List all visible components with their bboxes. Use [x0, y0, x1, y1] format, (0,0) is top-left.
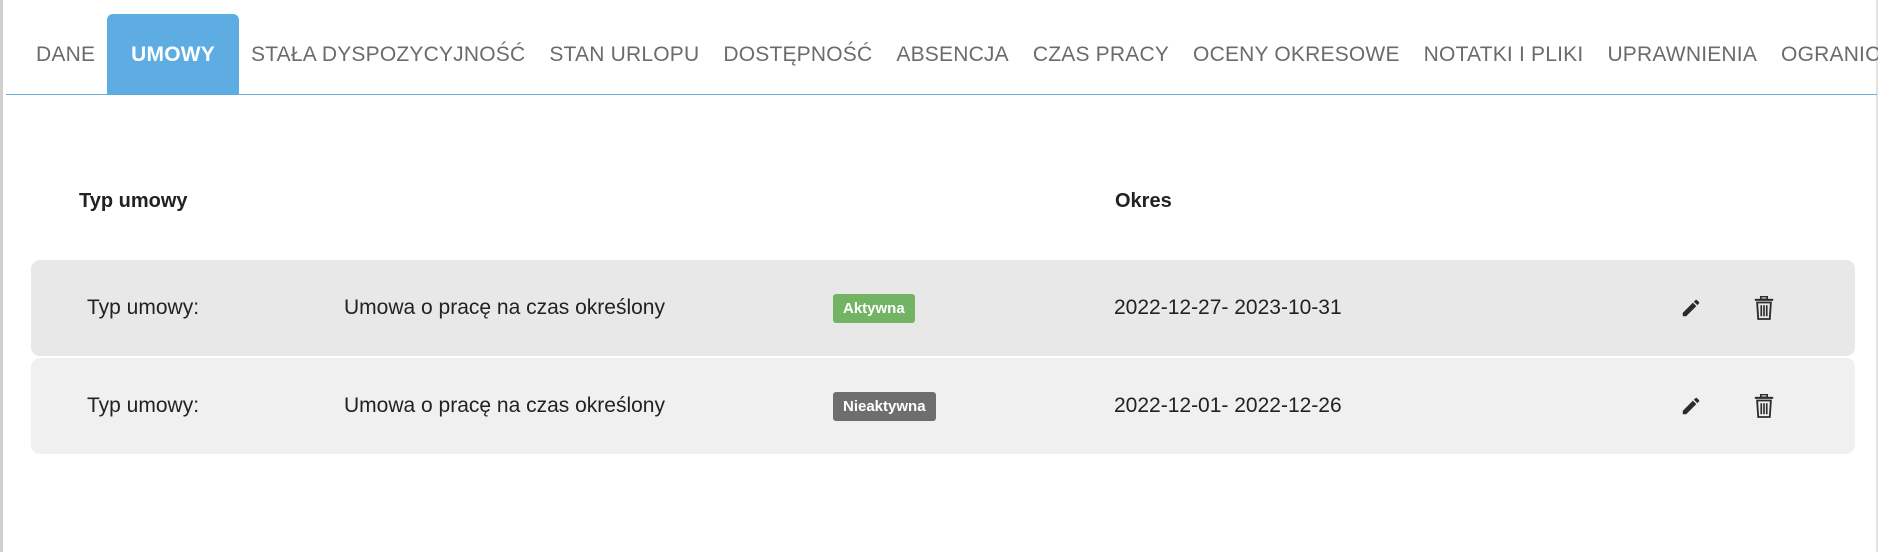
tab-dane[interactable]: DANE — [24, 15, 107, 94]
trash-icon — [1754, 296, 1774, 320]
tab-ograniczenia[interactable]: OGRANICZENIA — [1769, 15, 1878, 94]
tab-czas-pracy[interactable]: CZAS PRACY — [1021, 15, 1181, 94]
delete-button[interactable] — [1744, 260, 1784, 356]
pencil-icon — [1682, 299, 1700, 317]
delete-button[interactable] — [1744, 358, 1784, 454]
tab-notatki-i-pliki[interactable]: NOTATKI I PLIKI — [1412, 15, 1596, 94]
contract-type-value: Umowa o pracę na czas określony — [344, 296, 665, 319]
table-row: Typ umowy: Umowa o pracę na czas określo… — [31, 358, 1855, 454]
tab-uprawnienia[interactable]: UPRAWNIENIA — [1595, 15, 1769, 94]
pencil-icon — [1682, 397, 1700, 415]
status-badge: Aktywna — [833, 293, 915, 323]
tab-umowy[interactable]: UMOWY — [107, 14, 239, 95]
tab-stala-dyspozycyjnosc[interactable]: STAŁA DYSPOZYCYJNOŚĆ — [239, 15, 537, 94]
contract-period: 2022-12-27- 2023-10-31 — [1114, 296, 1342, 319]
contract-type-value: Umowa o pracę na czas określony — [344, 394, 665, 417]
status-badge-cell: Nieaktywna — [833, 358, 936, 454]
status-badge-cell: Aktywna — [833, 260, 915, 356]
edit-button[interactable] — [1671, 260, 1711, 356]
contract-type-label: Typ umowy: — [87, 394, 200, 417]
tab-stan-urlopu[interactable]: STAN URLOPU — [537, 15, 711, 94]
header-contract-type: Typ umowy — [79, 190, 188, 212]
table-header: Typ umowy Okres — [3, 190, 1878, 224]
edit-button[interactable] — [1671, 358, 1711, 454]
trash-icon — [1754, 394, 1774, 418]
contract-period: 2022-12-01- 2022-12-26 — [1114, 394, 1342, 417]
app-frame: DANE UMOWY STAŁA DYSPOZYCYJNOŚĆ STAN URL… — [0, 0, 1878, 552]
status-badge: Nieaktywna — [833, 391, 936, 421]
tab-absencja[interactable]: ABSENCJA — [884, 15, 1020, 94]
header-period: Okres — [1115, 190, 1172, 212]
tab-bar: DANE UMOWY STAŁA DYSPOZYCYJNOŚĆ STAN URL… — [6, 0, 1878, 95]
table-row: Typ umowy: Umowa o pracę na czas określo… — [31, 260, 1855, 356]
tab-oceny-okresowe[interactable]: OCENY OKRESOWE — [1181, 15, 1412, 94]
tab-dostepnosc[interactable]: DOSTĘPNOŚĆ — [711, 15, 884, 94]
contract-type-label: Typ umowy: — [87, 296, 200, 319]
